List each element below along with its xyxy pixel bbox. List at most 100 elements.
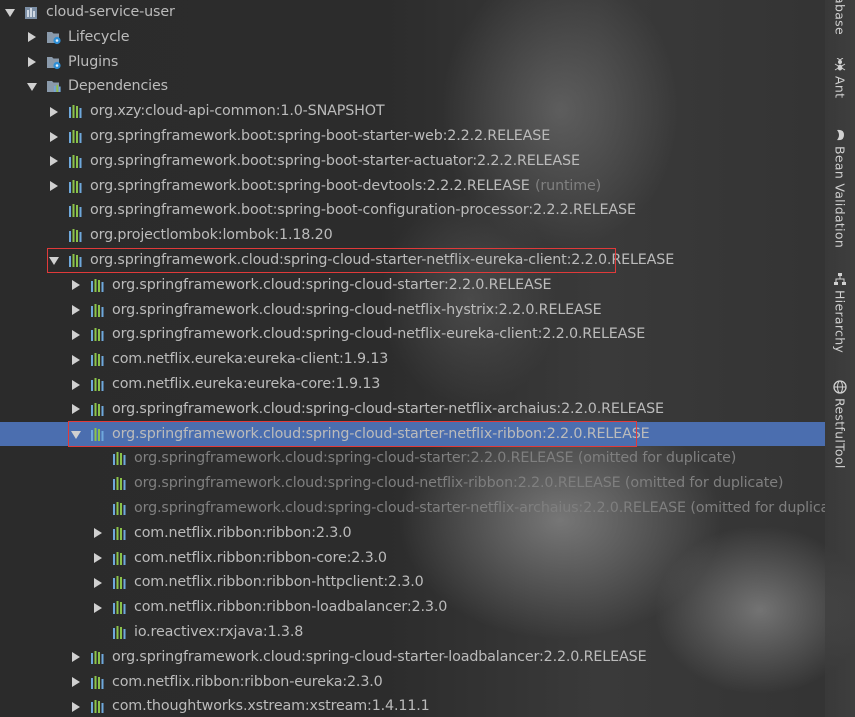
library-icon (113, 576, 126, 590)
tree-row[interactable]: org.springframework.cloud:spring-cloud-s… (0, 645, 825, 670)
expand-arrow-icon[interactable] (94, 577, 102, 588)
library-icon (113, 526, 126, 540)
tree-row[interactable]: org.springframework.boot:spring-boot-sta… (0, 149, 825, 174)
node-label: Lifecycle (68, 28, 130, 45)
dependency-label: org.springframework.cloud:spring-cloud-s… (134, 450, 737, 467)
dependency-label: org.xzy:cloud-api-common:1.0-SNAPSHOT (90, 103, 385, 120)
library-icon (69, 179, 82, 193)
dependency-label: org.springframework.cloud:spring-cloud-s… (134, 500, 825, 516)
dependency-label: org.springframework.cloud:spring-cloud-s… (112, 648, 647, 665)
tree-row[interactable]: Plugins (0, 50, 825, 75)
expand-arrow-icon[interactable] (72, 354, 80, 365)
library-icon (113, 452, 126, 466)
bean-validation-icon (837, 129, 844, 141)
expand-arrow-icon[interactable] (50, 181, 58, 192)
dependency-label: org.springframework.boot:spring-boot-sta… (90, 152, 580, 169)
tree-row[interactable]: org.springframework.cloud:spring-cloud-s… (0, 273, 825, 298)
tree-row[interactable]: org.springframework.cloud:spring-cloud-s… (0, 248, 825, 273)
node-label: cloud-service-user (46, 4, 175, 20)
tool-tab-label: RestfulTool (832, 398, 848, 469)
library-icon (69, 105, 82, 119)
expand-arrow-icon[interactable] (94, 602, 102, 613)
tree-row[interactable]: org.springframework.cloud:spring-cloud-n… (0, 322, 825, 347)
tree-row[interactable]: io.reactivex:rxjava:1.3.8 (0, 620, 825, 645)
tree-row[interactable]: com.thoughtworks.xstream:xstream:1.4.11.… (0, 694, 825, 717)
library-icon (69, 154, 82, 168)
expand-arrow-icon[interactable] (50, 156, 58, 167)
tool-tab-label: Bean Validation (832, 146, 848, 249)
tree-row[interactable]: cloud-service-user (0, 0, 825, 25)
tree-row[interactable]: Dependencies (0, 74, 825, 99)
tool-tab-hierarchy[interactable]: Hierarchy (825, 272, 855, 353)
library-icon (91, 427, 104, 441)
expand-arrow-icon[interactable] (72, 404, 80, 415)
expand-arrow-icon[interactable] (72, 305, 80, 316)
library-icon (113, 601, 126, 615)
library-icon (113, 477, 126, 491)
maven-dependency-tree[interactable]: cloud-service-user Lifecycle Plugins Depend… (0, 0, 825, 717)
node-label: Dependencies (68, 78, 168, 95)
tool-tab-database[interactable]: abase (825, 0, 855, 35)
tool-tab-restfultool[interactable]: RestfulTool (825, 380, 855, 469)
tree-row[interactable]: org.springframework.boot:spring-boot-sta… (0, 124, 825, 149)
collapse-arrow-icon[interactable] (49, 257, 59, 265)
dependency-label: org.springframework.cloud:spring-cloud-n… (134, 475, 784, 492)
dependency-label: com.netflix.ribbon:ribbon-httpclient:2.3… (134, 574, 424, 591)
dependency-label: org.springframework.cloud:spring-cloud-s… (112, 400, 664, 417)
expand-arrow-icon[interactable] (72, 652, 80, 663)
tree-row[interactable]: org.xzy:cloud-api-common:1.0-SNAPSHOT (0, 99, 825, 124)
tree-row[interactable]: org.springframework.boot:spring-boot-dev… (0, 174, 825, 199)
tree-row[interactable]: Lifecycle (0, 25, 825, 50)
expand-arrow-icon[interactable] (72, 379, 80, 390)
expand-arrow-icon[interactable] (94, 553, 102, 564)
tree-row[interactable]: org.springframework.cloud:spring-cloud-s… (0, 397, 825, 422)
library-icon (91, 675, 104, 689)
tool-tab-ant[interactable]: Ant (825, 58, 855, 98)
tree-row[interactable]: com.netflix.eureka:eureka-core:1.9.13 (0, 372, 825, 397)
collapse-arrow-icon[interactable] (5, 9, 15, 17)
expand-arrow-icon[interactable] (50, 106, 58, 117)
expand-arrow-icon[interactable] (28, 32, 36, 43)
tree-row[interactable]: org.projectlombok:lombok:1.18.20 (0, 223, 825, 248)
dependency-label: org.springframework.cloud:spring-cloud-n… (112, 301, 602, 318)
expand-arrow-icon[interactable] (72, 280, 80, 291)
globe-icon (833, 380, 847, 394)
dependency-label: org.springframework.cloud:spring-cloud-n… (112, 326, 646, 343)
expand-arrow-icon[interactable] (28, 57, 36, 68)
tree-row[interactable]: com.netflix.ribbon:ribbon:2.3.0 (0, 521, 825, 546)
dependency-label: com.netflix.ribbon:ribbon-loadbalancer:2… (134, 599, 448, 616)
dependency-label: org.springframework.cloud:spring-cloud-s… (112, 425, 650, 442)
dependency-label: com.netflix.ribbon:ribbon-core:2.3.0 (134, 549, 387, 566)
tree-row[interactable]: org.springframework.cloud:spring-cloud-n… (0, 298, 825, 323)
tool-tab-label: Hierarchy (832, 290, 848, 354)
collapse-arrow-icon[interactable] (27, 83, 37, 92)
tool-tab-bean-validation[interactable]: Bean Validation (825, 128, 855, 248)
expand-arrow-icon[interactable] (72, 701, 80, 712)
library-icon (91, 278, 104, 292)
expand-arrow-icon[interactable] (50, 131, 58, 142)
expand-arrow-icon[interactable] (72, 677, 80, 688)
library-icon (91, 402, 104, 416)
expand-arrow-icon[interactable] (72, 329, 80, 340)
library-icon (91, 650, 104, 664)
tree-row[interactable]: org.springframework.boot:spring-boot-con… (0, 198, 825, 223)
tree-row[interactable]: com.netflix.ribbon:ribbon-eureka:2.3.0 (0, 670, 825, 695)
tree-row[interactable]: com.netflix.eureka:eureka-client:1.9.13 (0, 347, 825, 372)
tree-row[interactable]: org.springframework.cloud:spring-cloud-n… (0, 471, 825, 496)
dependency-label: org.springframework.boot:spring-boot-sta… (90, 128, 551, 144)
dependency-label: io.reactivex:rxjava:1.3.8 (134, 624, 304, 640)
tree-row[interactable]: org.springframework.cloud:spring-cloud-s… (0, 496, 825, 521)
tree-row[interactable]: com.netflix.ribbon:ribbon-httpclient:2.3… (0, 570, 825, 595)
collapse-arrow-icon[interactable] (71, 430, 81, 439)
library-icon (113, 551, 126, 565)
dependency-label: org.springframework.cloud:spring-cloud-s… (112, 276, 552, 293)
tree-row[interactable]: org.springframework.cloud:spring-cloud-s… (0, 421, 825, 447)
expand-arrow-icon[interactable] (94, 528, 102, 539)
library-icon (91, 700, 104, 714)
tree-row[interactable]: com.netflix.ribbon:ribbon-core:2.3.0 (0, 546, 825, 571)
tree-row[interactable]: org.springframework.cloud:spring-cloud-s… (0, 446, 825, 471)
tree-row[interactable]: com.netflix.ribbon:ribbon-loadbalancer:2… (0, 595, 825, 620)
dependency-label: org.springframework.boot:spring-boot-dev… (90, 177, 530, 194)
dependency-label: org.springframework.boot:spring-boot-con… (90, 202, 636, 219)
scope-suffix: (runtime) (535, 177, 602, 194)
